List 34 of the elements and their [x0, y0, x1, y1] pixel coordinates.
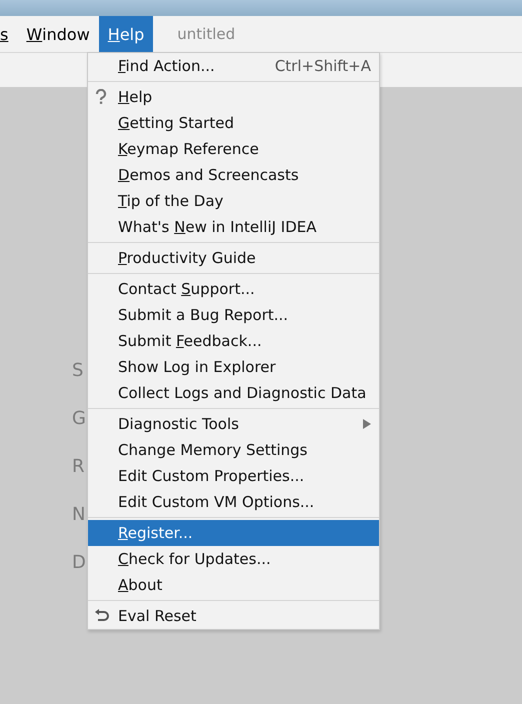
menu-item[interactable]: Collect Logs and Diagnostic Data: [88, 380, 379, 406]
menu-item[interactable]: Edit Custom Properties...: [88, 463, 379, 489]
menu-title[interactable]: s: [0, 16, 18, 52]
menu-title[interactable]: Window: [17, 16, 99, 52]
menu-item[interactable]: Change Memory Settings: [88, 437, 379, 463]
background-label: D: [72, 551, 87, 575]
background-label: R: [72, 455, 86, 479]
menu-item[interactable]: Submit a Bug Report...: [88, 302, 379, 328]
menu-item[interactable]: Help: [88, 84, 379, 110]
background-label: N: [72, 503, 86, 527]
menu-item[interactable]: Keymap Reference: [88, 136, 379, 162]
menu-item[interactable]: Find Action... Ctrl+Shift+A: [88, 53, 379, 79]
project-name: untitled: [177, 25, 236, 43]
menu-item[interactable]: Tip of the Day: [88, 188, 379, 214]
menu-item[interactable]: Eval Reset: [88, 603, 379, 629]
undo-icon: [94, 608, 110, 624]
help-icon: [94, 89, 108, 105]
menu-item[interactable]: Getting Started: [88, 110, 379, 136]
shortcut-label: Ctrl+Shift+A: [274, 57, 371, 75]
menu-item[interactable]: Check for Updates...: [88, 546, 379, 572]
menu-item[interactable]: Contact Support...: [88, 276, 379, 302]
menu-title[interactable]: Help: [98, 16, 154, 52]
menu-item[interactable]: Edit Custom VM Options...: [88, 489, 379, 515]
menu-item[interactable]: Demos and Screencasts: [88, 162, 379, 188]
menu-item[interactable]: Show Log in Explorer: [88, 354, 379, 380]
submenu-arrow-icon: [363, 419, 371, 429]
menu-item[interactable]: Register...: [88, 520, 379, 546]
menu-item[interactable]: Productivity Guide: [88, 245, 379, 271]
background-label: S: [72, 359, 84, 383]
menu-item[interactable]: Submit Feedback...: [88, 328, 379, 354]
menu-item[interactable]: What's New in IntelliJ IDEA: [88, 214, 379, 240]
menu-item[interactable]: Diagnostic Tools: [88, 411, 379, 437]
menu-item[interactable]: About: [88, 572, 379, 598]
background-label: G: [72, 407, 87, 431]
